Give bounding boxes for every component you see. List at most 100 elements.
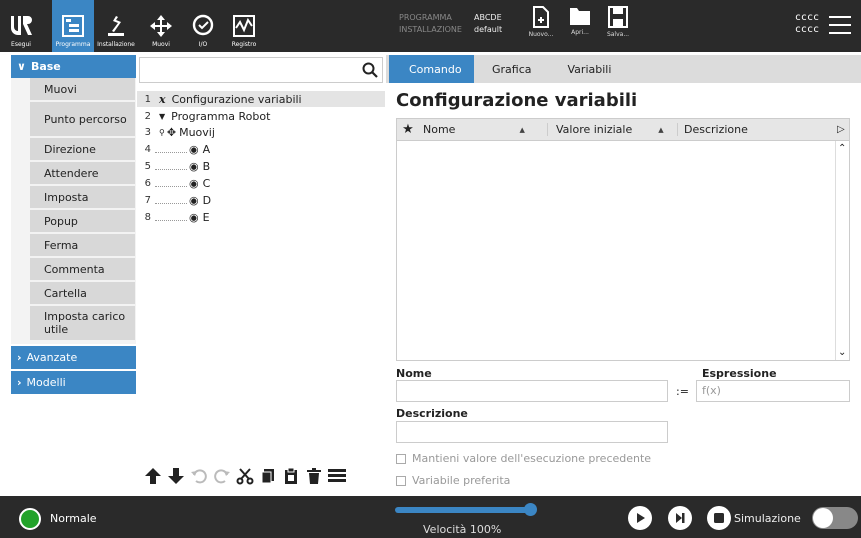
chevron-right-icon: › [17,351,22,364]
tree-row-label: D [202,193,212,207]
category-base-label: Base [30,60,61,73]
tree-row-robot-program[interactable]: 2 ▼ Programma Robot [137,108,385,124]
move-down-icon[interactable] [166,466,186,486]
expression-input[interactable]: f(x) [696,380,850,402]
node-set[interactable]: Imposta [30,186,135,210]
move-up-icon[interactable] [143,466,163,486]
checkbox-box[interactable] [396,475,406,486]
installation-icon [108,16,124,36]
move-tab[interactable]: Muovi [144,0,178,52]
simulation-toggle[interactable] [812,507,858,529]
step-button[interactable] [668,506,692,530]
category-advanced[interactable]: › Avanzate [11,346,136,369]
line-number: 6 [144,177,151,189]
robot-name-line2: cccc [794,24,819,35]
category-base[interactable]: ∨ Base [11,55,136,78]
favorite-variable-checkbox[interactable]: Variabile preferita [396,474,510,487]
new-file-button[interactable]: Nuovo... [522,6,560,48]
node-halt[interactable]: Ferma [30,234,135,258]
search-input[interactable] [139,57,383,83]
tree-row-waypoint-c[interactable]: 6 ◉ C [137,175,385,191]
column-initial-value[interactable]: Valore iniziale ▲ [547,123,677,136]
new-file-icon [533,6,549,28]
robot-status-indicator[interactable] [19,508,41,530]
hamburger-menu-icon[interactable] [829,16,851,40]
installation-name: default [474,25,503,34]
io-tab-label: I/O [198,41,208,48]
open-file-label: Apri... [571,29,589,36]
search-icon[interactable] [362,62,378,78]
tree-row-var-setup[interactable]: 1 x Configurazione variabili [137,91,385,107]
installation-tab[interactable]: Installazione [94,0,138,52]
column-collapse-icon[interactable]: ▷ [837,124,849,135]
move-node-icon: ✥ [166,125,177,139]
stop-button[interactable] [707,506,731,530]
node-set-payload[interactable]: Imposta carico utile [30,306,135,342]
description-label: Descrizione [396,407,468,420]
tab-variables[interactable]: Variabili [550,55,630,83]
star-icon[interactable]: ★ [397,122,419,137]
scroll-down-icon[interactable]: ⌄ [838,347,846,358]
save-file-button[interactable]: Salva... [599,6,637,48]
tree-row-waypoint-d[interactable]: 7 ◉ D [137,192,385,208]
tab-bar: Comando Grafica Variabili [386,55,861,83]
undo-icon[interactable] [189,466,209,486]
column-name[interactable]: Nome ▲ [419,123,547,136]
log-tab[interactable]: Registro [226,0,262,52]
description-input[interactable] [396,421,668,443]
column-description[interactable]: Descrizione [677,123,837,136]
node-move[interactable]: Muovi [30,78,135,102]
line-number: 4 [144,143,151,155]
tree-row-movej[interactable]: 3 ⚲ ✥ Muovij [137,124,385,140]
node-waypoint[interactable]: Punto percorso [30,102,135,138]
run-tab[interactable]: Esegui [0,0,42,52]
tab-command[interactable]: Comando [389,55,474,83]
save-icon [608,6,628,28]
collapse-pin-icon: ⚲ [159,127,165,137]
line-number: 7 [144,194,151,206]
cut-icon[interactable] [235,466,255,486]
program-node-library: ∨ Base Muovi Punto percorso Direzione At… [11,55,147,492]
tab-graphics[interactable]: Grafica [474,55,550,83]
tree-row-waypoint-b[interactable]: 5 ◉ B [137,158,385,174]
node-folder[interactable]: Cartella [30,282,135,306]
keep-value-checkbox[interactable]: Mantieni valore dell'esecuzione preceden… [396,452,651,465]
play-button[interactable] [628,506,652,530]
log-icon [233,15,255,37]
tree-row-waypoint-a[interactable]: 4 ◉ A [137,141,385,157]
move-icon [150,15,172,37]
io-tab[interactable]: I/O [186,0,220,52]
checkbox-box[interactable] [396,453,406,464]
column-name-label: Nome [423,123,456,136]
io-icon [192,14,214,36]
column-description-label: Descrizione [684,123,748,136]
node-popup[interactable]: Popup [30,210,135,234]
node-direction[interactable]: Direzione [30,138,135,162]
paste-icon[interactable] [281,466,301,486]
delete-icon[interactable] [304,466,324,486]
stop-icon [714,513,724,523]
copy-icon[interactable] [258,466,278,486]
chevron-down-icon: ∨ [17,60,26,73]
line-number: 3 [144,126,151,138]
sort-up-icon: ▲ [658,125,664,134]
tree-row-label: A [202,142,211,156]
node-wait[interactable]: Attendere [30,162,135,186]
installation-key: INSTALLAZIONE [399,25,462,34]
category-templates[interactable]: › Modelli [11,371,136,394]
scroll-up-icon[interactable]: ⌃ [838,143,846,154]
tree-row-waypoint-e[interactable]: 8 ◉ E [137,209,385,225]
speed-slider-handle[interactable] [524,503,537,516]
suppress-icon[interactable] [327,466,347,486]
top-bar: Esegui Programma Installazione Muovi I/O… [0,0,861,52]
waypoint-icon: ◉ [189,176,199,190]
variable-x-icon: x [159,92,166,106]
speed-slider[interactable] [395,507,531,513]
table-scrollbar[interactable]: ⌃ ⌄ [835,141,849,360]
node-comment[interactable]: Commenta [30,258,135,282]
name-input[interactable] [396,380,668,402]
open-file-button[interactable]: Apri... [561,6,599,48]
redo-icon[interactable] [212,466,232,486]
program-tab[interactable]: Programma [52,0,94,52]
installation-tab-label: Installazione [97,41,135,48]
